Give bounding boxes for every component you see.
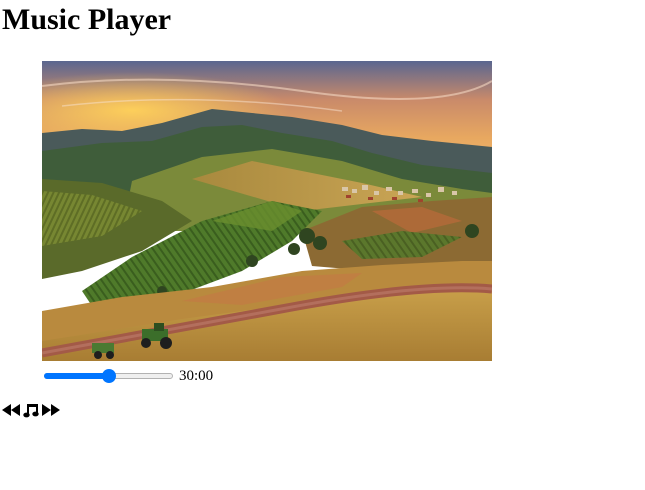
playback-controls [2,402,60,418]
page-title: Music Player [2,3,172,36]
fast-forward-icon [42,404,60,416]
seek-slider[interactable] [44,365,173,387]
fast-forward-button[interactable] [42,402,60,418]
seek-slider-thumb[interactable] [101,369,116,383]
rewind-button[interactable] [2,402,20,418]
seek-slider-fill [44,373,109,379]
rewind-icon [2,404,20,416]
music-player-page: Music Player 30:00 [0,0,645,490]
music-note-icon [23,403,39,417]
seek-row: 30:00 [44,365,213,387]
music-note-button[interactable] [22,402,40,418]
album-artwork-image [42,61,492,361]
time-display: 30:00 [179,368,214,384]
